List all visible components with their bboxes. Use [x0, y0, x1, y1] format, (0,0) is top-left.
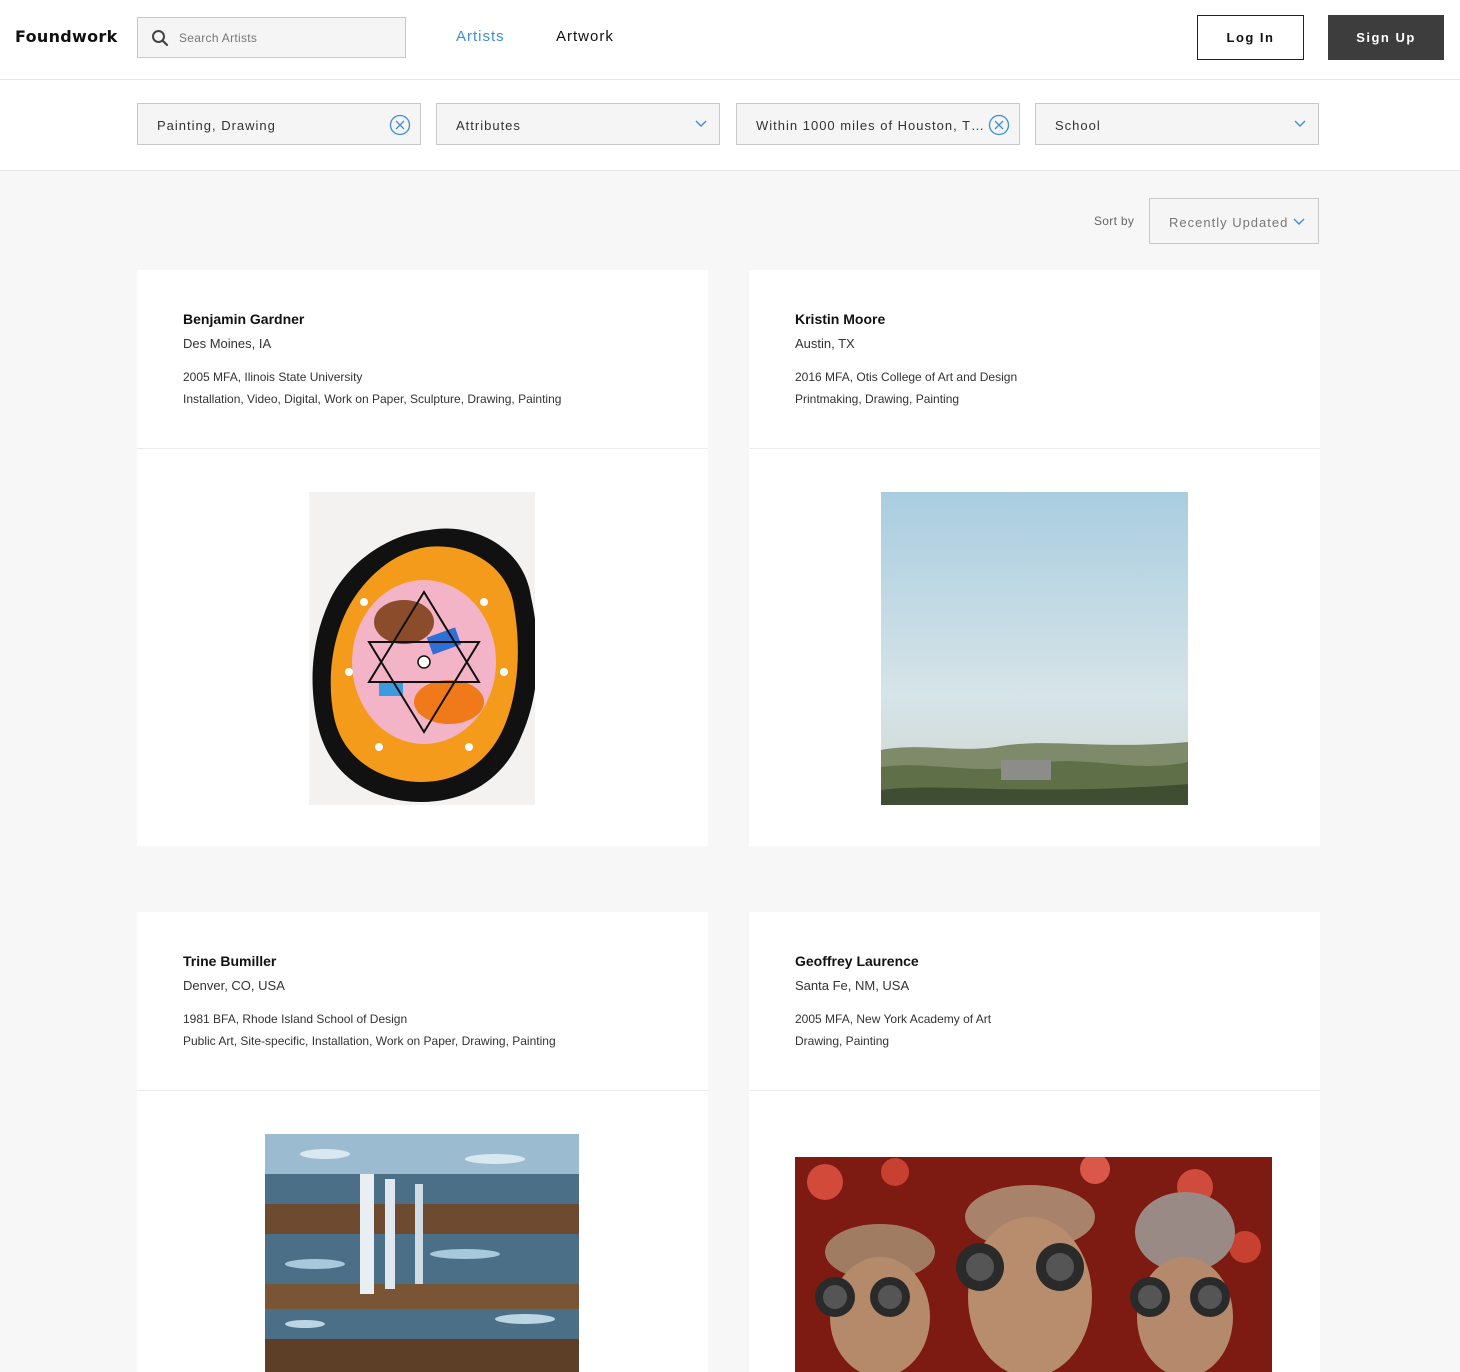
filter-attributes-label: Attributes — [456, 118, 521, 133]
filter-location-label: Within 1000 miles of Houston, TX, USA — [756, 118, 986, 133]
artist-media: Public Art, Site-specific, Installation,… — [183, 1034, 556, 1048]
signup-button[interactable]: Sign Up — [1328, 15, 1444, 60]
filter-attributes[interactable]: Attributes — [436, 103, 720, 145]
artwork-image[interactable] — [881, 492, 1188, 805]
artist-media: Installation, Video, Digital, Work on Pa… — [183, 392, 562, 406]
chevron-down-icon — [695, 120, 707, 127]
nav-artists[interactable]: Artists — [456, 28, 505, 45]
artist-location: Des Moines, IA — [183, 336, 272, 351]
clear-icon[interactable] — [988, 114, 1010, 136]
artist-location: Austin, TX — [795, 336, 855, 351]
artist-info: Benjamin Gardner Des Moines, IA 2005 MFA… — [137, 270, 708, 449]
login-button[interactable]: Log In — [1197, 15, 1304, 60]
artist-location: Denver, CO, USA — [183, 978, 285, 993]
artist-card[interactable]: Benjamin Gardner Des Moines, IA 2005 MFA… — [137, 270, 708, 846]
filter-medium-label: Painting, Drawing — [157, 118, 276, 133]
nav-artwork[interactable]: Artwork — [556, 28, 614, 45]
search-box[interactable] — [137, 17, 406, 58]
artwork-image[interactable] — [265, 1134, 579, 1372]
filter-school[interactable]: School — [1035, 103, 1319, 145]
artist-media: Printmaking, Drawing, Painting — [795, 392, 960, 406]
top-header: Foundwork Artists Artwork Log In Sign Up — [0, 0, 1460, 80]
search-input[interactable] — [179, 18, 399, 57]
filter-location[interactable]: Within 1000 miles of Houston, TX, USA — [736, 103, 1020, 145]
artist-card[interactable]: Trine Bumiller Denver, CO, USA 1981 BFA,… — [137, 912, 708, 1372]
artist-education: 2005 MFA, New York Academy of Art — [795, 1012, 992, 1026]
search-icon — [152, 30, 169, 47]
sort-value: Recently Updated — [1169, 215, 1289, 230]
artist-info: Geoffrey Laurence Santa Fe, NM, USA 2005… — [749, 912, 1320, 1091]
chevron-down-icon — [1293, 218, 1305, 225]
artist-name[interactable]: Benjamin Gardner — [183, 311, 304, 327]
sort-dropdown[interactable]: Recently Updated — [1149, 198, 1319, 244]
filter-medium[interactable]: Painting, Drawing — [137, 103, 421, 145]
clear-icon[interactable] — [389, 114, 411, 136]
sort-label: Sort by — [1094, 214, 1135, 228]
logo[interactable]: Foundwork — [15, 27, 118, 46]
artist-info: Trine Bumiller Denver, CO, USA 1981 BFA,… — [137, 912, 708, 1091]
artist-card[interactable]: Kristin Moore Austin, TX 2016 MFA, Otis … — [749, 270, 1320, 846]
filter-bar: Painting, Drawing Attributes Within 1000… — [0, 80, 1460, 171]
artist-location: Santa Fe, NM, USA — [795, 978, 910, 993]
artist-education: 1981 BFA, Rhode Island School of Design — [183, 1012, 408, 1026]
artist-media: Drawing, Painting — [795, 1034, 890, 1048]
artwork-image[interactable] — [309, 492, 535, 805]
artwork-image[interactable] — [795, 1157, 1272, 1372]
artist-info: Kristin Moore Austin, TX 2016 MFA, Otis … — [749, 270, 1320, 449]
artist-name[interactable]: Geoffrey Laurence — [795, 953, 919, 969]
artist-education: 2005 MFA, Ilinois State University — [183, 370, 363, 384]
chevron-down-icon — [1294, 120, 1306, 127]
artist-name[interactable]: Kristin Moore — [795, 311, 885, 327]
artist-education: 2016 MFA, Otis College of Art and Design — [795, 370, 1018, 384]
filter-school-label: School — [1055, 118, 1101, 133]
artist-card[interactable]: Geoffrey Laurence Santa Fe, NM, USA 2005… — [749, 912, 1320, 1372]
artist-name[interactable]: Trine Bumiller — [183, 953, 276, 969]
